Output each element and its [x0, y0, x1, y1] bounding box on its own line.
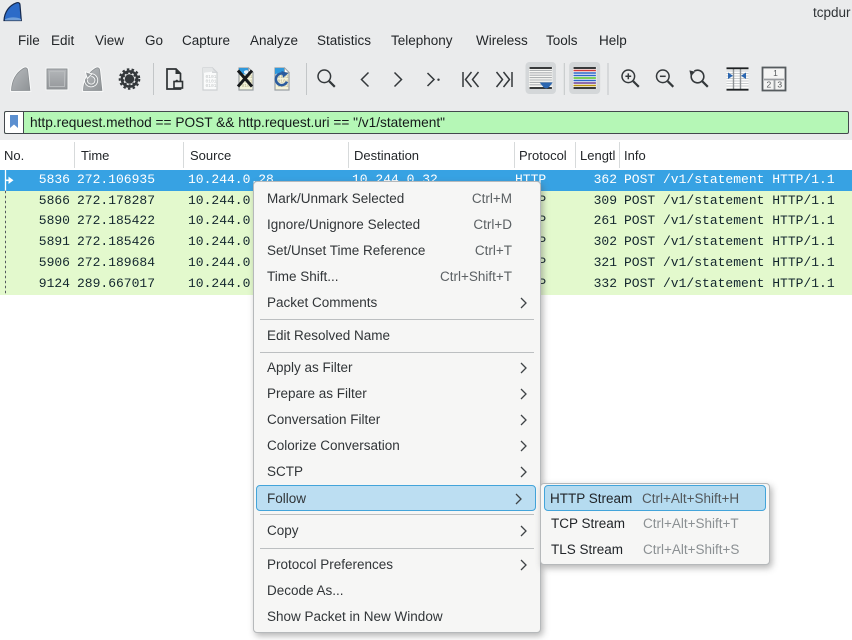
svg-text:2: 2 — [766, 80, 771, 90]
svg-text:1: 1 — [773, 68, 778, 78]
svg-text:0101: 0101 — [206, 83, 217, 89]
svg-text:3: 3 — [777, 80, 782, 90]
